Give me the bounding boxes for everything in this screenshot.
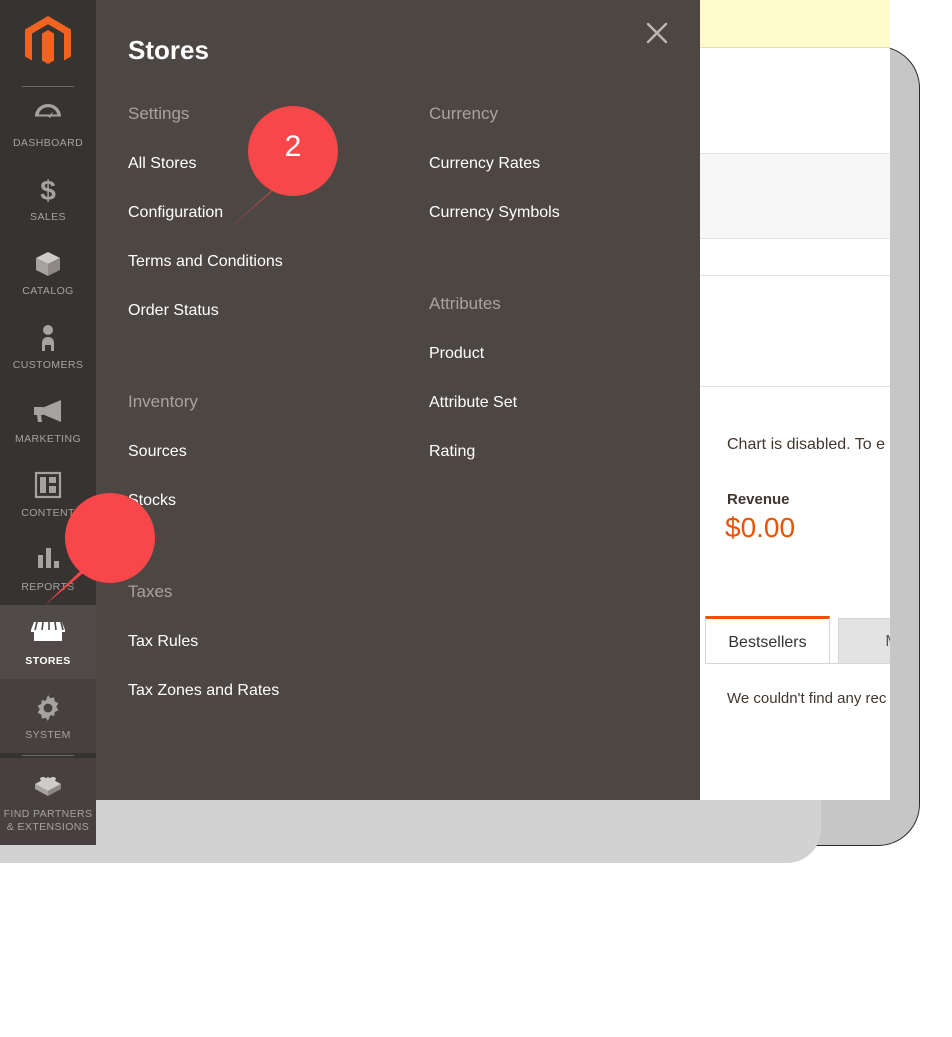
bar-chart-icon	[2, 545, 94, 575]
sidebar-item-system[interactable]: SYSTEM	[0, 679, 96, 753]
menu-link-rating[interactable]: Rating	[429, 442, 689, 462]
sidebar-item-reports[interactable]: REPORTS	[0, 531, 96, 605]
magento-logo[interactable]	[0, 0, 96, 86]
empty-records-message: We couldn't find any rec	[727, 690, 887, 707]
close-icon[interactable]	[636, 12, 678, 54]
sidebar-item-marketing[interactable]: MARKETING	[0, 383, 96, 457]
menu-link-sources[interactable]: Sources	[128, 442, 428, 462]
panel-title: Stores	[128, 35, 209, 66]
storefront-icon	[2, 619, 94, 649]
menu-group-title-attributes: Attributes	[429, 294, 501, 313]
menu-group-title-settings: Settings	[128, 104, 190, 123]
sidebar-divider	[22, 755, 74, 756]
dollar-sign-icon: $	[2, 175, 94, 206]
tab-bestsellers[interactable]: Bestsellers	[705, 616, 830, 664]
sidebar-item-dashboard[interactable]: DASHBOARD	[0, 87, 96, 161]
menu-link-product[interactable]: Product	[429, 344, 689, 364]
menu-link-order-status[interactable]: Order Status	[128, 301, 428, 321]
sidebar-item-label: CONTENT	[21, 507, 75, 519]
revenue-value: $0.00	[725, 512, 796, 543]
menu-column-1: Settings All Stores Configuration Terms …	[128, 104, 428, 730]
tabs-underline	[705, 663, 890, 664]
dashboard-gauge-icon	[2, 101, 94, 131]
menu-group-title-currency: Currency	[429, 104, 498, 123]
menu-link-currency-rates[interactable]: Currency Rates	[429, 154, 689, 174]
svg-text:$: $	[40, 175, 56, 205]
menu-link-stocks[interactable]: Stocks	[128, 491, 428, 511]
menu-group-spacer	[429, 252, 689, 294]
menu-link-tax-zones-and-rates[interactable]: Tax Zones and Rates	[128, 681, 428, 701]
menu-group-title-taxes: Taxes	[128, 582, 173, 601]
menu-group-title-inventory: Inventory	[128, 392, 198, 411]
menu-link-tax-rules[interactable]: Tax Rules	[128, 632, 428, 652]
sidebar-item-label: SALES	[30, 211, 66, 223]
menu-link-terms-and-conditions[interactable]: Terms and Conditions	[128, 252, 428, 272]
megaphone-icon	[2, 397, 94, 427]
sidebar-item-catalog[interactable]: CATALOG	[0, 235, 96, 309]
sidebar-item-label: CUSTOMERS	[12, 359, 84, 371]
sidebar-item-content[interactable]: CONTENT	[0, 457, 96, 531]
box-icon	[2, 249, 94, 279]
stores-flyout-panel: Stores Settings All Stores Configuration…	[96, 0, 700, 800]
sidebar-item-customers[interactable]: CUSTOMERS	[0, 309, 96, 383]
chart-disabled-message: Chart is disabled. To e	[727, 436, 886, 453]
sidebar-item-label: FIND PARTNERS & EXTENSIONS	[3, 808, 93, 833]
admin-sidebar: DASHBOARD $ SALES CATALOG CUSTOMERS MARK…	[0, 0, 96, 845]
tab-most-viewed[interactable]: Mos	[838, 618, 890, 664]
gear-icon	[2, 693, 94, 723]
menu-link-currency-symbols[interactable]: Currency Symbols	[429, 203, 689, 223]
sidebar-item-find-partners[interactable]: FIND PARTNERS & EXTENSIONS	[0, 758, 96, 845]
sidebar-item-label: SYSTEM	[25, 729, 71, 741]
callout-number: 1	[113, 1003, 131, 1036]
person-icon	[2, 323, 94, 353]
sidebar-item-label: MARKETING	[14, 433, 82, 445]
menu-link-configuration[interactable]: Configuration	[128, 203, 428, 223]
sidebar-item-label: DASHBOARD	[12, 137, 84, 149]
extension-brick-icon	[2, 772, 94, 802]
menu-link-all-stores[interactable]: All Stores	[128, 154, 428, 174]
revenue-label: Revenue	[727, 491, 790, 508]
menu-group-spacer	[128, 350, 428, 392]
menu-link-attribute-set[interactable]: Attribute Set	[429, 393, 689, 413]
layout-icon	[2, 471, 94, 501]
sidebar-item-label: CATALOG	[22, 285, 74, 297]
menu-group-spacer	[128, 540, 428, 582]
sidebar-item-label: REPORTS	[21, 581, 75, 593]
menu-column-2: Currency Currency Rates Currency Symbols…	[429, 104, 689, 491]
sidebar-item-label: STORES	[25, 655, 71, 667]
sidebar-item-stores[interactable]: STORES	[0, 605, 96, 679]
sidebar-item-sales[interactable]: $ SALES	[0, 161, 96, 235]
